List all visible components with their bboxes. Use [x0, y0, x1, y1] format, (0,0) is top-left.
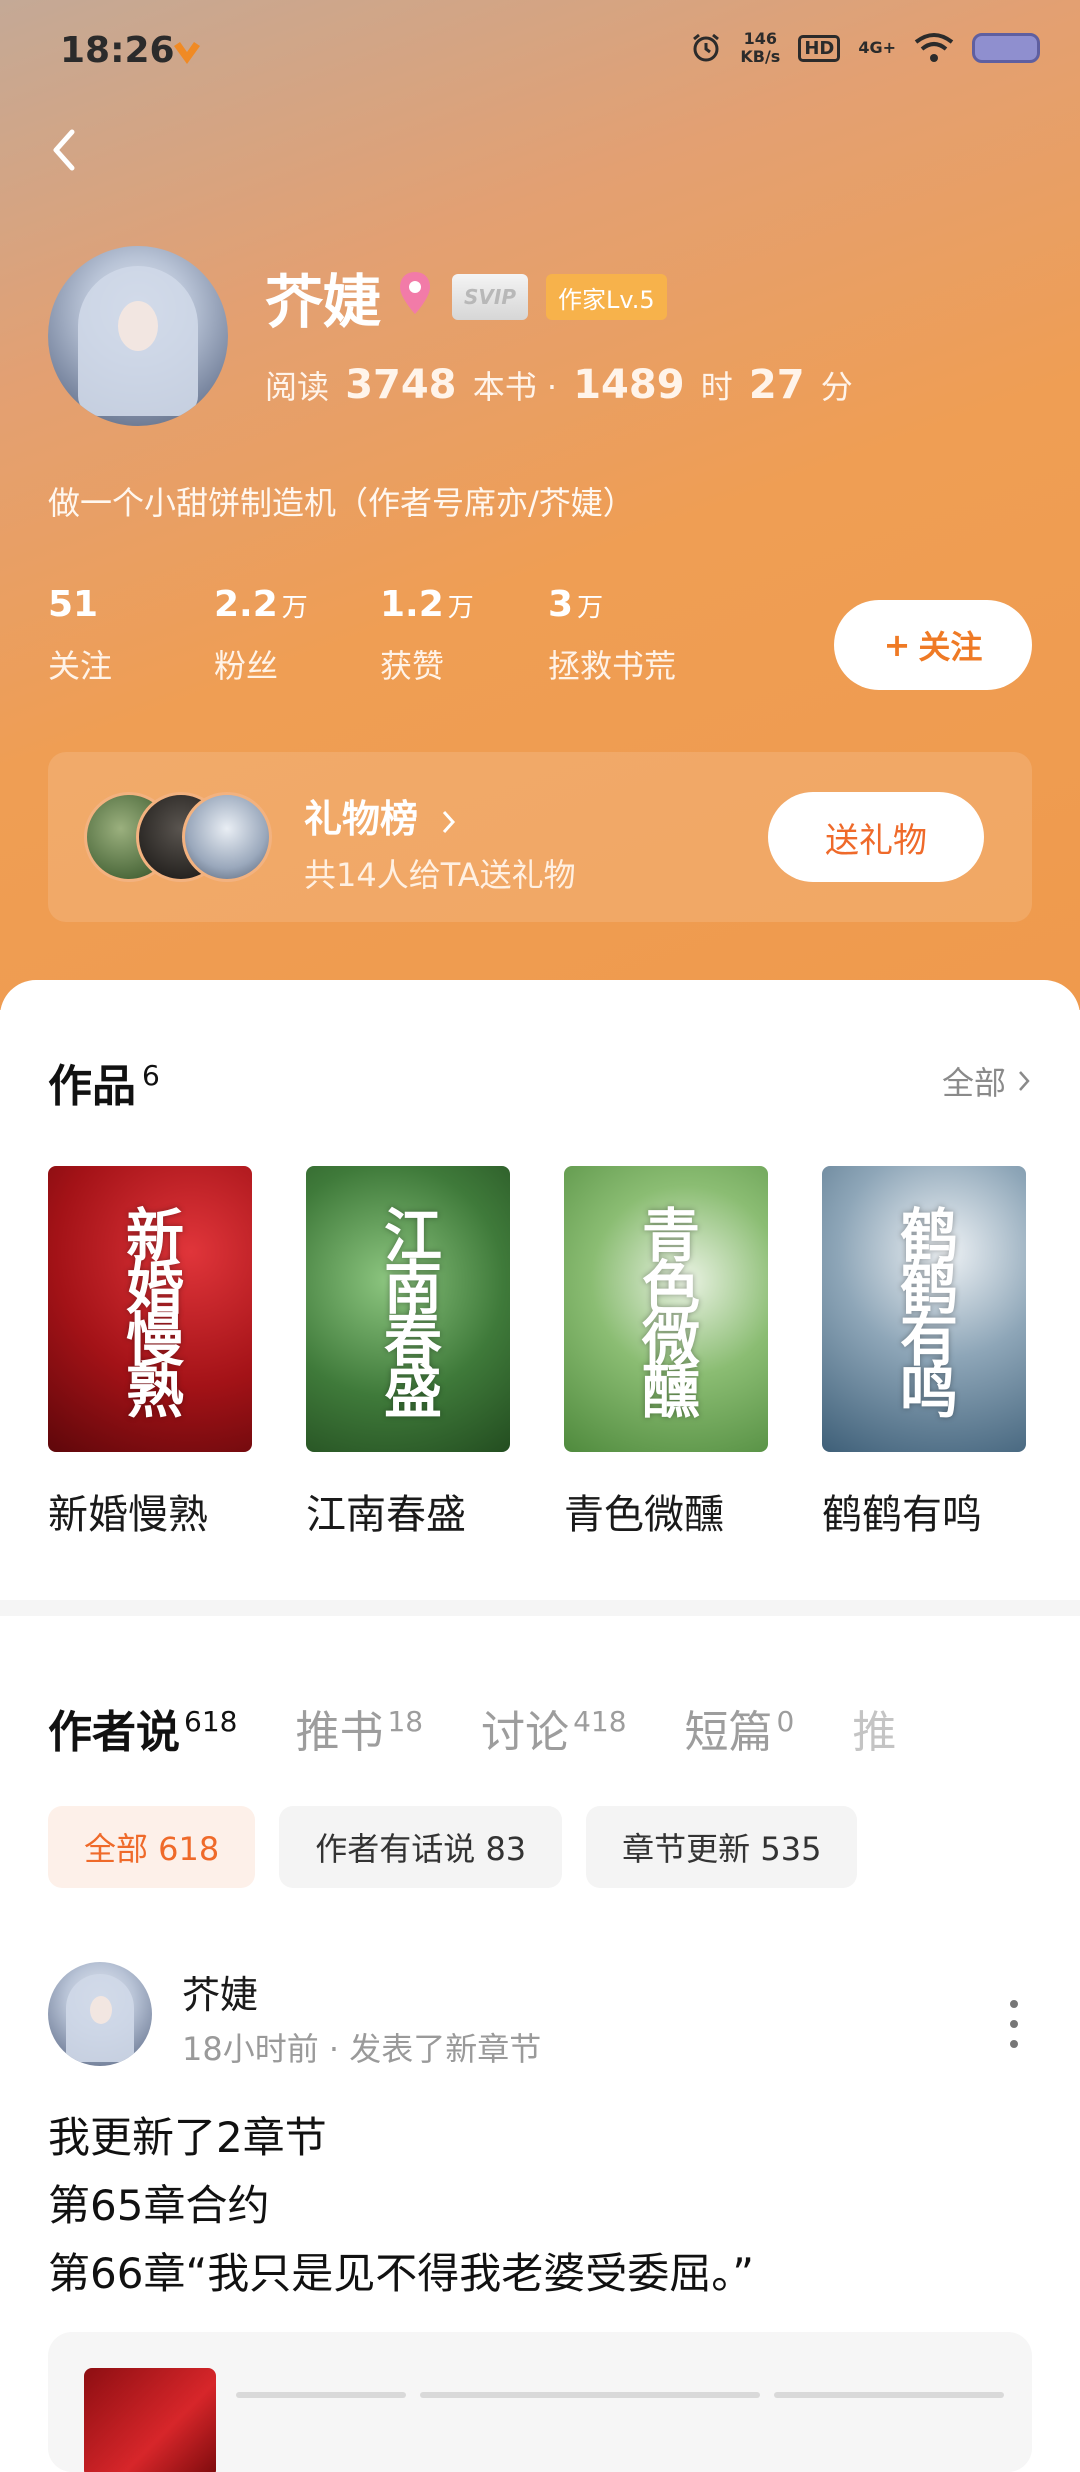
book-title: 青色微醺	[564, 1492, 724, 1538]
book-cover: 青色微醺	[564, 1166, 768, 1452]
follow-button[interactable]: + 关注	[834, 600, 1032, 690]
wifi-icon	[914, 33, 954, 62]
post-meta: 18小时前 · 发表了新章节	[182, 2030, 542, 2068]
post-text-line: 第66章“我只是见不得我老婆受委屈。”	[48, 2249, 754, 2298]
filter-chips: 全部 618 作者有话说 83 章节更新 535	[48, 1806, 858, 1888]
works-count: 6	[142, 1059, 160, 1093]
placeholder-line	[774, 2392, 1004, 2398]
more-options-icon[interactable]	[1002, 1996, 1026, 2052]
plus-icon: +	[883, 626, 911, 664]
tab-discussion[interactable]: 讨论 418	[481, 1696, 626, 1760]
book-card[interactable]: 江南春盛 江南春盛	[306, 1166, 510, 1540]
gift-ranking-card[interactable]: 礼物榜 共14人给TA送礼物 送礼物	[48, 752, 1032, 922]
status-bar: 18:26 146 KB/s HD 4G+	[0, 0, 1080, 100]
writer-level-badge: 作家Lv.5	[546, 274, 667, 320]
post-author-avatar[interactable]	[48, 1962, 152, 2066]
battery-icon	[972, 33, 1040, 63]
chevron-right-icon	[443, 810, 456, 833]
filter-all[interactable]: 全部 618	[48, 1806, 256, 1888]
gift-summary: 共14人给TA送礼物	[304, 856, 576, 894]
alarm-icon	[693, 33, 720, 62]
stat-fans[interactable]: 2.2 万 粉丝	[214, 584, 308, 687]
back-icon[interactable]	[40, 120, 90, 180]
book-cover: 江南春盛	[306, 1166, 510, 1452]
network-speed: 146 KB/s	[740, 29, 781, 66]
signal-icon: 4G+	[858, 38, 896, 57]
chevron-right-icon	[1019, 1071, 1030, 1091]
status-time: 18:26	[60, 30, 175, 71]
book-cover: 新婚慢熟	[48, 1166, 252, 1452]
send-gift-button[interactable]: 送礼物	[768, 792, 984, 882]
stat-likes[interactable]: 1.2 万 获赞	[380, 584, 474, 687]
book-cover: 鹤鹤有鸣	[822, 1166, 1026, 1452]
svip-badge: SVIP	[452, 274, 528, 320]
content-tabs: 作者说 618 推书 18 讨论 418 短篇 0 推	[48, 1696, 896, 1760]
book-title: 江南春盛	[306, 1492, 466, 1538]
author-name: 芥婕	[265, 268, 382, 336]
post-text-line: 第65章合约	[48, 2181, 270, 2230]
all-works-link[interactable]: 全部	[942, 1058, 1032, 1104]
placeholder-line	[236, 2392, 406, 2398]
location-pin-icon	[400, 272, 430, 314]
tab-recommend-books[interactable]: 推书 18	[295, 1696, 423, 1760]
profile-header: 18:26 146 KB/s HD 4G+ 芥婕 SVIP 作家Lv.5 阅读 …	[0, 0, 1080, 1010]
reading-stats: 阅读 3748 本书 · 1489 时 27 分	[265, 362, 853, 408]
tab-author-says[interactable]: 作者说 618	[48, 1696, 237, 1760]
filter-chapter-updates[interactable]: 章节更新 535	[586, 1806, 858, 1888]
tab-short-stories[interactable]: 短篇 0	[685, 1696, 795, 1760]
author-bio: 做一个小甜饼制造机（作者号席亦/芥婕）	[48, 484, 635, 522]
book-card[interactable]: 新婚慢熟 新婚慢熟	[48, 1166, 252, 1540]
book-card[interactable]: 青色微醺 青色微醺	[564, 1166, 768, 1540]
gift-giver-avatar	[182, 792, 272, 882]
stat-rescue[interactable]: 3万 拯救书荒	[548, 584, 676, 687]
author-avatar[interactable]	[48, 246, 228, 426]
post-book-card[interactable]	[48, 2332, 1032, 2472]
section-divider	[0, 1600, 1080, 1616]
app-notification-icon	[174, 42, 200, 64]
book-card[interactable]: 鹤鹤有鸣 鹤鹤有鸣	[822, 1166, 1026, 1540]
book-cover-thumbnail	[84, 2368, 216, 2472]
stat-following[interactable]: 51 关注	[48, 584, 112, 687]
placeholder-line	[420, 2392, 760, 2398]
post-author-name[interactable]: 芥婕	[182, 1964, 258, 2019]
works-section-title: 作品 6	[48, 1059, 160, 1112]
filter-author-notes[interactable]: 作者有话说 83	[279, 1806, 563, 1888]
content-sheet: 作品 6 全部 新婚慢熟 新婚慢熟 江南春盛 江南春盛 青色微醺 青色微醺 鹤鹤有…	[0, 980, 1080, 2472]
post-text-line: 我更新了2章节	[48, 2113, 327, 2162]
book-title: 新婚慢熟	[48, 1492, 208, 1538]
hd-icon: HD	[798, 34, 841, 62]
status-indicators: 146 KB/s HD 4G+	[690, 30, 1040, 66]
book-title: 鹤鹤有鸣	[822, 1492, 982, 1538]
tab-more[interactable]: 推	[852, 1696, 896, 1760]
gift-ranking-title[interactable]: 礼物榜	[304, 788, 459, 843]
